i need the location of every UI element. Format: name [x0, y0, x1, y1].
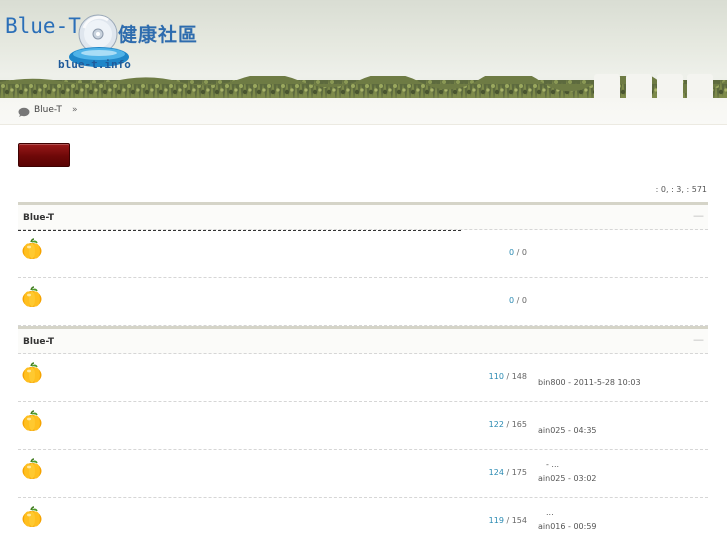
post-count: 0 [521, 296, 527, 305]
pumpkin-forum-icon[interactable] [21, 458, 43, 480]
forum-counts: 0 / 0 [509, 248, 527, 257]
pumpkin-forum-icon[interactable] [21, 286, 43, 308]
forum-counts: 124 / 175 [488, 468, 527, 477]
collapse-icon[interactable]: — [693, 209, 704, 222]
forum-counts: 0 / 0 [509, 296, 527, 305]
topic-count: 124 [488, 468, 504, 477]
group-header: Blue-T — [18, 202, 708, 230]
row-divider [18, 230, 461, 231]
post-count: 0 [521, 248, 527, 257]
last-post-title[interactable]: - ... [546, 460, 559, 469]
forum-counts: 110 / 148 [488, 372, 527, 381]
topic-count: 110 [488, 372, 504, 381]
post-count: 175 [511, 468, 527, 477]
last-post-title[interactable]: ... [546, 508, 554, 517]
last-post-meta[interactable]: ain025 - 03:02 [538, 474, 597, 483]
group-title[interactable]: Blue-T [23, 213, 54, 223]
pumpkin-forum-icon[interactable] [21, 410, 43, 432]
forum-row: 122 / 165 ain025 - 04:35 [18, 402, 708, 450]
pumpkin-forum-icon[interactable] [21, 238, 43, 260]
topic-count: 0 [509, 296, 515, 305]
group-header: Blue-T — [18, 326, 708, 354]
collapse-icon[interactable]: — [693, 333, 704, 346]
forum-row: 110 / 148 bin800 - 2011-5-28 10:03 [18, 354, 708, 402]
forum-stats: : 0, : 3, : 571 [655, 185, 707, 194]
pumpkin-forum-icon[interactable] [21, 362, 43, 384]
forum-counts: 119 / 154 [488, 516, 527, 525]
nav-tab-1[interactable] [594, 74, 620, 98]
forum-group-1: Blue-T — 0 / 0 0 / 0 [18, 202, 708, 326]
forum-row: 119 / 154 ... ain016 - 00:59 [18, 498, 708, 545]
nav-tab-3[interactable] [657, 74, 683, 98]
topic-count: 0 [509, 248, 515, 257]
speech-bubble-icon [18, 107, 30, 117]
last-post-meta[interactable]: ain016 - 00:59 [538, 522, 597, 531]
forum-row: 124 / 175 - ... ain025 - 03:02 [18, 450, 708, 498]
post-count: 154 [511, 516, 527, 525]
forum-counts: 122 / 165 [488, 420, 527, 429]
nav-tab-2[interactable] [626, 74, 652, 98]
breadcrumb-home-link[interactable]: Blue-T [34, 105, 62, 115]
last-post-meta[interactable]: ain025 - 04:35 [538, 426, 597, 435]
last-post-meta[interactable]: bin800 - 2011-5-28 10:03 [538, 378, 641, 387]
forum-group-2: Blue-T — 110 / 148 bin800 - 2011-5-28 10… [18, 326, 708, 545]
post-count: 165 [511, 420, 527, 429]
forum-row: 0 / 0 [18, 278, 708, 326]
breadcrumb: Blue-T » [0, 98, 727, 125]
site-header: Blue-T 健康社區 blue-t.info [0, 0, 727, 100]
logo-chinese-title: 健康社區 [118, 24, 199, 46]
post-count: 148 [511, 372, 527, 381]
forum-row: 0 / 0 [18, 230, 708, 278]
topic-count: 122 [488, 420, 504, 429]
logo-url: blue-t.info [58, 58, 131, 71]
group-title[interactable]: Blue-T [23, 337, 54, 347]
breadcrumb-separator: » [72, 105, 78, 115]
pumpkin-forum-icon[interactable] [21, 506, 43, 528]
nav-tab-4[interactable] [687, 74, 713, 98]
new-post-button[interactable] [18, 143, 70, 167]
topic-count: 119 [488, 516, 504, 525]
logo-text[interactable]: Blue-T [5, 14, 81, 38]
